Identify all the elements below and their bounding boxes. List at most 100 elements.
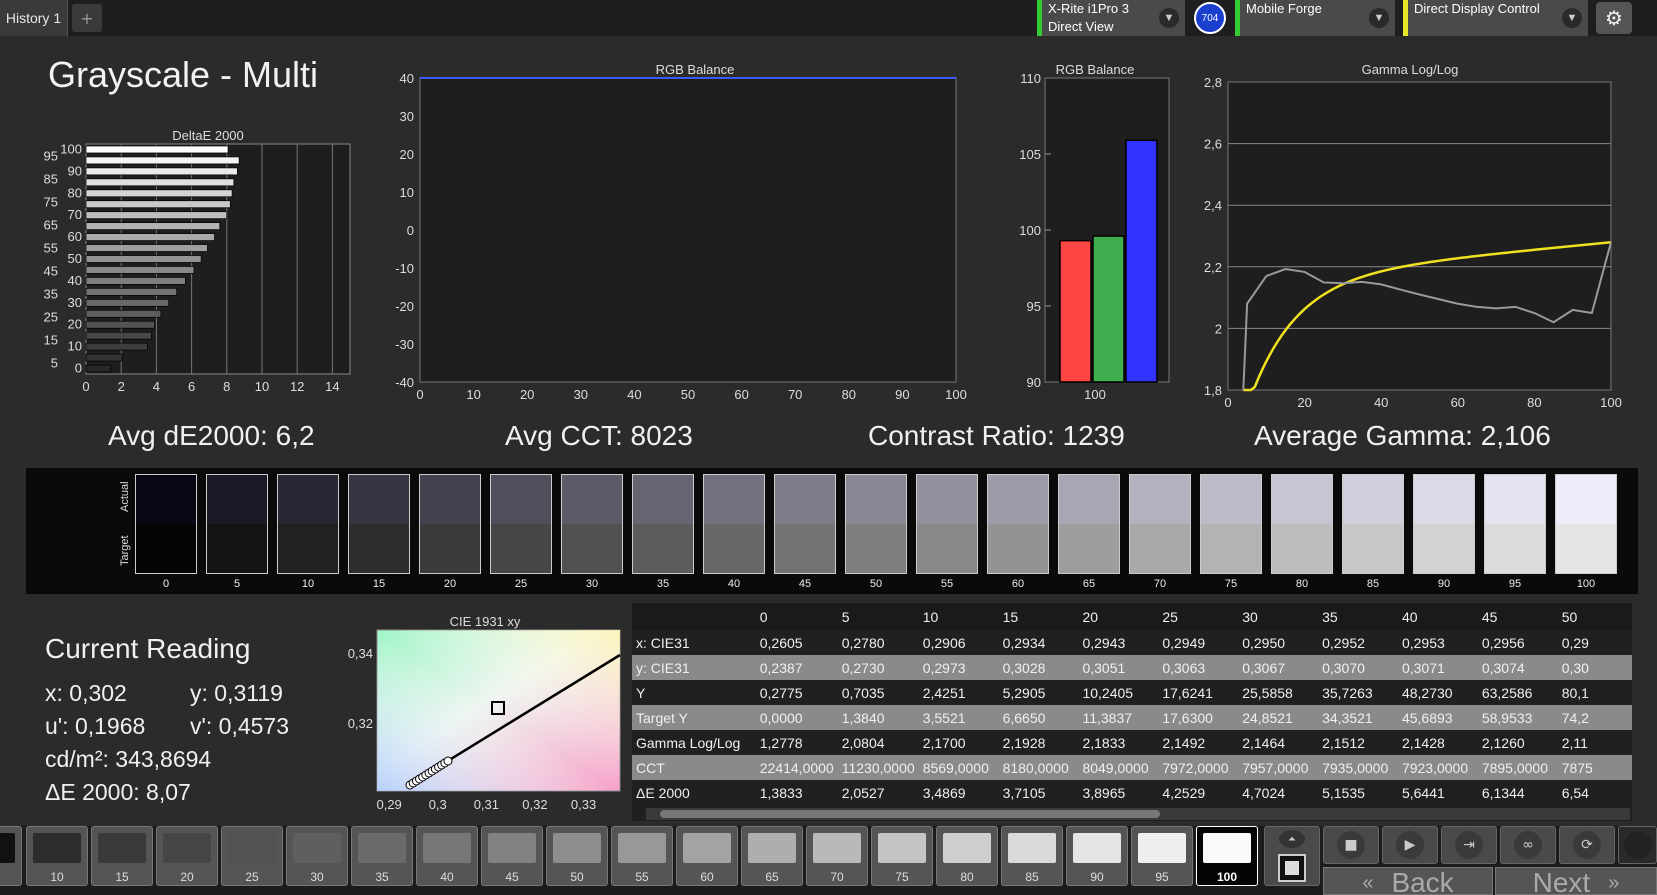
table-cell: 0,2934: [1002, 634, 1046, 651]
y-tick-label: 55: [44, 240, 58, 255]
swatch-button[interactable]: 85: [1001, 826, 1063, 886]
x-tick-label: 0,29: [376, 797, 401, 812]
swatch-level-label: 10: [301, 578, 315, 590]
refresh-button[interactable]: ⟳: [1559, 826, 1615, 864]
y-tick-label: -10: [395, 261, 414, 276]
pattern-generator-select[interactable]: Mobile Forge ▼: [1235, 0, 1395, 36]
swatch-button[interactable]: 90: [1066, 826, 1128, 886]
swatch-button[interactable]: 45: [481, 826, 543, 886]
table-cell: 0,2956: [1481, 634, 1525, 651]
display-control-select[interactable]: Direct Display Control ▼: [1403, 0, 1588, 36]
y-tick-label: 2,2: [1204, 260, 1222, 275]
swatch-button[interactable]: 80: [936, 826, 998, 886]
measured-point: [443, 756, 453, 766]
target-swatch: [988, 524, 1048, 573]
swatch-button[interactable]: 95: [1131, 826, 1193, 886]
table-cell: 5,1535: [1322, 784, 1365, 801]
swatch-button[interactable]: 100: [1196, 826, 1258, 886]
swatch-level-label: 55: [940, 578, 954, 590]
target-swatch: [1130, 524, 1190, 573]
plot-area: [419, 77, 957, 383]
cie-overlay: [377, 630, 620, 791]
chevron-down-icon: ▼: [1369, 8, 1389, 28]
y-tick-label: 90: [68, 163, 82, 178]
swatch-button[interactable]: 25: [221, 826, 283, 886]
back-button[interactable]: « Back: [1323, 867, 1493, 895]
x-tick-label: 60: [734, 387, 748, 402]
page-title: Grayscale - Multi: [48, 54, 319, 95]
actual-swatch: [1556, 475, 1616, 524]
x-tick-label: 30: [574, 387, 588, 402]
reading-luminance: cd/m²: 343,8694: [45, 746, 212, 772]
swatch-button[interactable]: 70: [806, 826, 868, 886]
x-tick-label: 100: [1600, 395, 1622, 410]
table-cell: 0,2953: [1401, 634, 1445, 651]
swatch-fill: [33, 833, 81, 863]
y-tick-label: 2,6: [1204, 137, 1222, 152]
deltae-bar: [85, 156, 240, 165]
next-button[interactable]: Next »: [1495, 867, 1657, 895]
play-button[interactable]: ▶: [1382, 826, 1438, 864]
actual-swatch: [704, 475, 764, 524]
stop-button[interactable]: ■: [1323, 826, 1379, 864]
swatch-button[interactable]: 50: [546, 826, 608, 886]
swatch-button[interactable]: 35: [351, 826, 413, 886]
row-label: Y: [636, 684, 646, 701]
table-cell: 2,1700: [922, 734, 966, 751]
table-cell: 2,1833: [1082, 734, 1126, 751]
target-swatch: [136, 524, 196, 573]
swatch-button[interactable]: 30: [286, 826, 348, 886]
y-tick-label: 85: [44, 171, 58, 186]
swatch-fill: [228, 833, 276, 863]
pattern-toggle[interactable]: ⏶: [1264, 826, 1320, 886]
tab-history-1[interactable]: History 1: [0, 0, 68, 36]
chevron-down-icon: ▼: [1159, 8, 1179, 28]
table-cell: 7923,0000: [1397, 755, 1478, 780]
swatch-label: 40: [440, 870, 454, 884]
swatch-button[interactable]: 55: [611, 826, 673, 886]
rgb-bar: [1125, 139, 1158, 383]
table-cell: 0,3051: [1078, 655, 1159, 680]
swatch-button[interactable]: 40: [416, 826, 478, 886]
step-button[interactable]: ⇥: [1441, 826, 1497, 864]
actual-swatch: [562, 475, 622, 524]
swatch-button[interactable]: 60: [676, 826, 738, 886]
actual-swatch: [491, 475, 551, 524]
chevron-down-icon: ▼: [1562, 8, 1582, 28]
y-tick-label: 95: [44, 148, 58, 163]
swatch-label: 25: [245, 870, 259, 884]
x-tick-label: 40: [627, 387, 641, 402]
swatch-button[interactable]: [0, 826, 22, 886]
swatch-level-label: 50: [869, 578, 883, 590]
table-cell: 0,2906: [922, 634, 966, 651]
table-row: ΔE 2000 1,3833 2,0527 3,4869 3,7105 3,8965 4,2…: [632, 780, 1632, 805]
swatch-cell: [845, 474, 907, 574]
gear-icon[interactable]: ⚙: [1596, 2, 1632, 34]
swatch-fill: [1138, 833, 1186, 863]
add-tab-button[interactable]: +: [72, 4, 102, 32]
record-button[interactable]: [1618, 826, 1657, 864]
swatch-button[interactable]: 10: [26, 826, 88, 886]
tab-label: History 1: [5, 10, 62, 26]
x-tick-label: 20: [1297, 395, 1311, 410]
table-cell: 6,6650: [998, 705, 1079, 730]
deltae-bar: [85, 298, 170, 307]
target-swatch: [562, 524, 622, 573]
swatch-fill: [358, 833, 406, 863]
swatch-button[interactable]: 15: [91, 826, 153, 886]
swatch-cell: [1484, 474, 1546, 574]
swatch-button[interactable]: 65: [741, 826, 803, 886]
actual-swatch: [988, 475, 1048, 524]
swatch-label: 100: [1216, 870, 1238, 884]
swatch-button[interactable]: 75: [871, 826, 933, 886]
swatch-level-label: 90: [1437, 578, 1451, 590]
table-scrollbar[interactable]: [646, 808, 1630, 820]
meter-select[interactable]: X-Rite i1Pro 3 Direct View ▼: [1037, 0, 1185, 36]
swatch-fill: [1203, 833, 1251, 863]
swatch-level-label: 100: [1576, 578, 1596, 590]
y-tick-label: 90: [1027, 375, 1041, 390]
swatch-level-label: 45: [798, 578, 812, 590]
scrollbar-thumb[interactable]: [660, 810, 1160, 818]
swatch-button[interactable]: 20: [156, 826, 218, 886]
loop-button[interactable]: ∞: [1500, 826, 1556, 864]
